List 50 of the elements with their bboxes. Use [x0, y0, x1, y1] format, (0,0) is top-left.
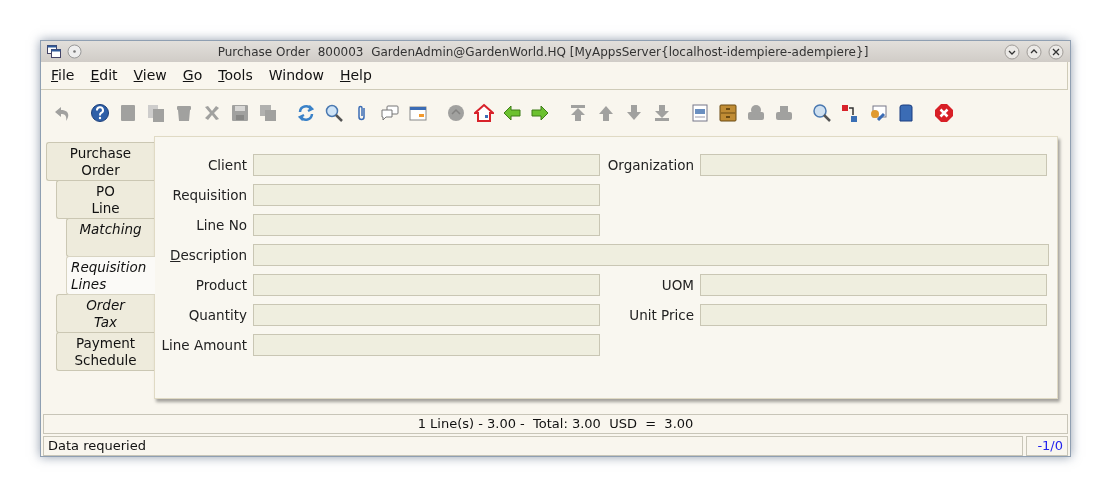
tab[interactable]: PO Line	[56, 180, 154, 219]
minimize-icon[interactable]	[1004, 43, 1020, 60]
text-field[interactable]	[253, 184, 600, 206]
exit-icon[interactable]	[933, 102, 955, 124]
menu-item[interactable]: Tools	[218, 65, 253, 86]
window-title: Purchase Order 800003 GardenAdmin@GardenWorld.HQ [MyAppsServer{localhost-idempiere-adempiere}]	[216, 43, 870, 61]
text-field[interactable]	[253, 334, 600, 356]
status-message: Data requeried	[43, 436, 1023, 456]
menu-item[interactable]: File	[51, 65, 75, 86]
tab[interactable]: Matching	[66, 218, 154, 257]
help-icon[interactable]	[89, 102, 111, 124]
text-field[interactable]	[253, 304, 600, 326]
field-label: Unit Price	[628, 305, 694, 325]
record-counter: -1/0	[1026, 436, 1068, 456]
tab[interactable]: Requisition Lines	[66, 256, 155, 295]
archive-icon[interactable]	[717, 102, 739, 124]
text-field[interactable]	[700, 274, 1047, 296]
field-label: UOM	[660, 275, 694, 295]
menu-item[interactable]: Help	[339, 65, 372, 86]
field-label: Description	[169, 245, 247, 265]
field-label: Requisition	[171, 185, 247, 205]
field-label: Product	[194, 275, 247, 295]
menu-item[interactable]: Window	[268, 65, 324, 86]
text-field[interactable]	[700, 154, 1047, 176]
field-label: Organization	[606, 155, 694, 175]
refresh-icon[interactable]	[295, 102, 317, 124]
report-icon[interactable]	[689, 102, 711, 124]
menu-item[interactable]: Edit	[90, 65, 118, 86]
summary-text: 1 Line(s) - 3.00 - Total: 3.00 USD = 3.00	[417, 415, 694, 434]
find-icon[interactable]	[323, 102, 345, 124]
maximize-icon[interactable]	[1026, 43, 1042, 60]
menu-item[interactable]: Go	[182, 65, 203, 86]
text-field[interactable]	[253, 154, 600, 176]
text-field[interactable]	[253, 214, 600, 236]
field-label: Quantity	[187, 305, 247, 325]
text-field[interactable]	[700, 304, 1047, 326]
tab[interactable]: Order Tax	[56, 294, 154, 333]
tab[interactable]: Purchase Order	[46, 142, 154, 181]
tab[interactable]: Payment Schedule	[56, 332, 154, 371]
zoom-across-icon[interactable]	[811, 102, 833, 124]
menu-item[interactable]: View	[133, 65, 167, 86]
field-label: Line Amount	[160, 335, 247, 355]
window-menu-icon[interactable]	[47, 45, 61, 58]
text-field[interactable]	[253, 274, 600, 296]
field-label: Client	[206, 155, 247, 175]
text-field[interactable]	[253, 244, 1049, 266]
pin-icon[interactable]	[67, 44, 82, 59]
field-label: Line No	[195, 215, 247, 235]
close-icon[interactable]	[1048, 43, 1064, 60]
home-icon[interactable]	[473, 102, 495, 124]
